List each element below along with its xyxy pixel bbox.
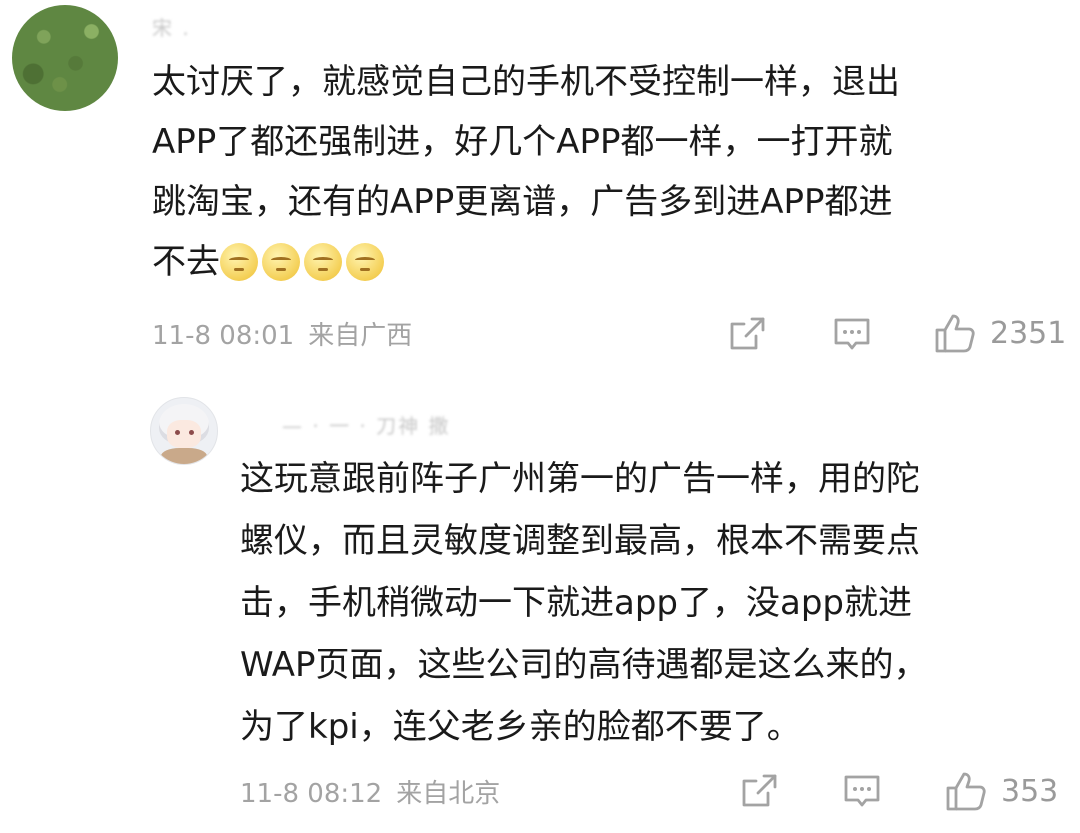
share-icon — [742, 774, 777, 807]
comment-line: APP了都还强制进，好几个APP都一样，一打开就 — [152, 122, 893, 162]
comment-meta: 11-8 08:01 来自广西 — [152, 315, 426, 352]
comment-text: 这玩意跟前阵子广州第一的广告一样，用的陀 螺仪，而且灵敏度调整到最高，根本不需要… — [240, 448, 1070, 758]
comment-date: 11-8 08:01 — [152, 321, 295, 351]
avatar-eye — [189, 430, 194, 435]
comment-text: 太讨厌了，就感觉自己的手机不受控制一样，退出 APP了都还强制进，好几个APP都… — [152, 52, 1064, 294]
comment-icon — [834, 318, 870, 350]
like-count: 353 — [1001, 773, 1059, 809]
comment-line: 为了kpi，连父老乡亲的脸都不要了。 — [240, 707, 801, 747]
thumbs-up-icon — [935, 314, 975, 353]
comment-location: 来自北京 — [396, 779, 501, 809]
share-icon — [730, 317, 765, 350]
like-button[interactable]: 2351 — [934, 312, 1066, 354]
comment-item: 宋 . 太讨厌了，就感觉自己的手机不受控制一样，退出 APP了都还强制进，好几个… — [0, 0, 1080, 380]
comment-button[interactable] — [833, 316, 871, 354]
comment-line: 击，手机稍微动一下就进app了，没app就进 — [240, 583, 912, 623]
comment-line-text: 不去 — [152, 242, 220, 282]
silent-face-emoji — [346, 242, 384, 281]
comment-line: 螺仪，而且灵敏度调整到最高，根本不需要点 — [240, 521, 920, 561]
comment-line: WAP页面，这些公司的高待遇都是这么来的， — [240, 645, 928, 685]
share-button[interactable] — [740, 773, 778, 809]
emoji-group — [220, 234, 388, 294]
silent-face-emoji — [220, 242, 258, 281]
comment-meta: 11-8 08:12 来自北京 — [240, 773, 514, 810]
silent-face-emoji — [304, 242, 342, 281]
comment-date: 11-8 08:12 — [240, 779, 383, 809]
avatar-eye — [175, 430, 180, 435]
silent-face-emoji — [262, 242, 300, 281]
thumbs-up-icon — [946, 772, 986, 811]
comment-icon — [844, 775, 880, 807]
comment-line: 这玩意跟前阵子广州第一的广告一样，用的陀 — [240, 459, 920, 499]
like-count: 2351 — [990, 315, 1067, 351]
avatar-face — [167, 420, 201, 448]
share-button[interactable] — [728, 316, 766, 352]
comment-line-last: 不去 — [152, 232, 1064, 294]
avatar[interactable] — [150, 397, 218, 465]
avatar[interactable] — [12, 5, 118, 111]
reply-item: — · 一 · 刀神 撒 这玩意跟前阵子广州第一的广告一样，用的陀 螺仪，而且灵… — [0, 380, 1080, 833]
comment-line: 太讨厌了，就感觉自己的手机不受控制一样，退出 — [152, 62, 900, 102]
avatar-body — [161, 448, 207, 464]
username[interactable]: — · 一 · 刀神 撒 — [282, 410, 451, 439]
username[interactable]: 宋 . — [152, 12, 191, 41]
comment-line: 跳淘宝，还有的APP更离谱，广告多到进APP都进 — [152, 182, 893, 222]
comment-location: 来自广西 — [308, 321, 413, 351]
like-button[interactable]: 353 — [945, 770, 1058, 812]
comment-button[interactable] — [843, 773, 881, 811]
